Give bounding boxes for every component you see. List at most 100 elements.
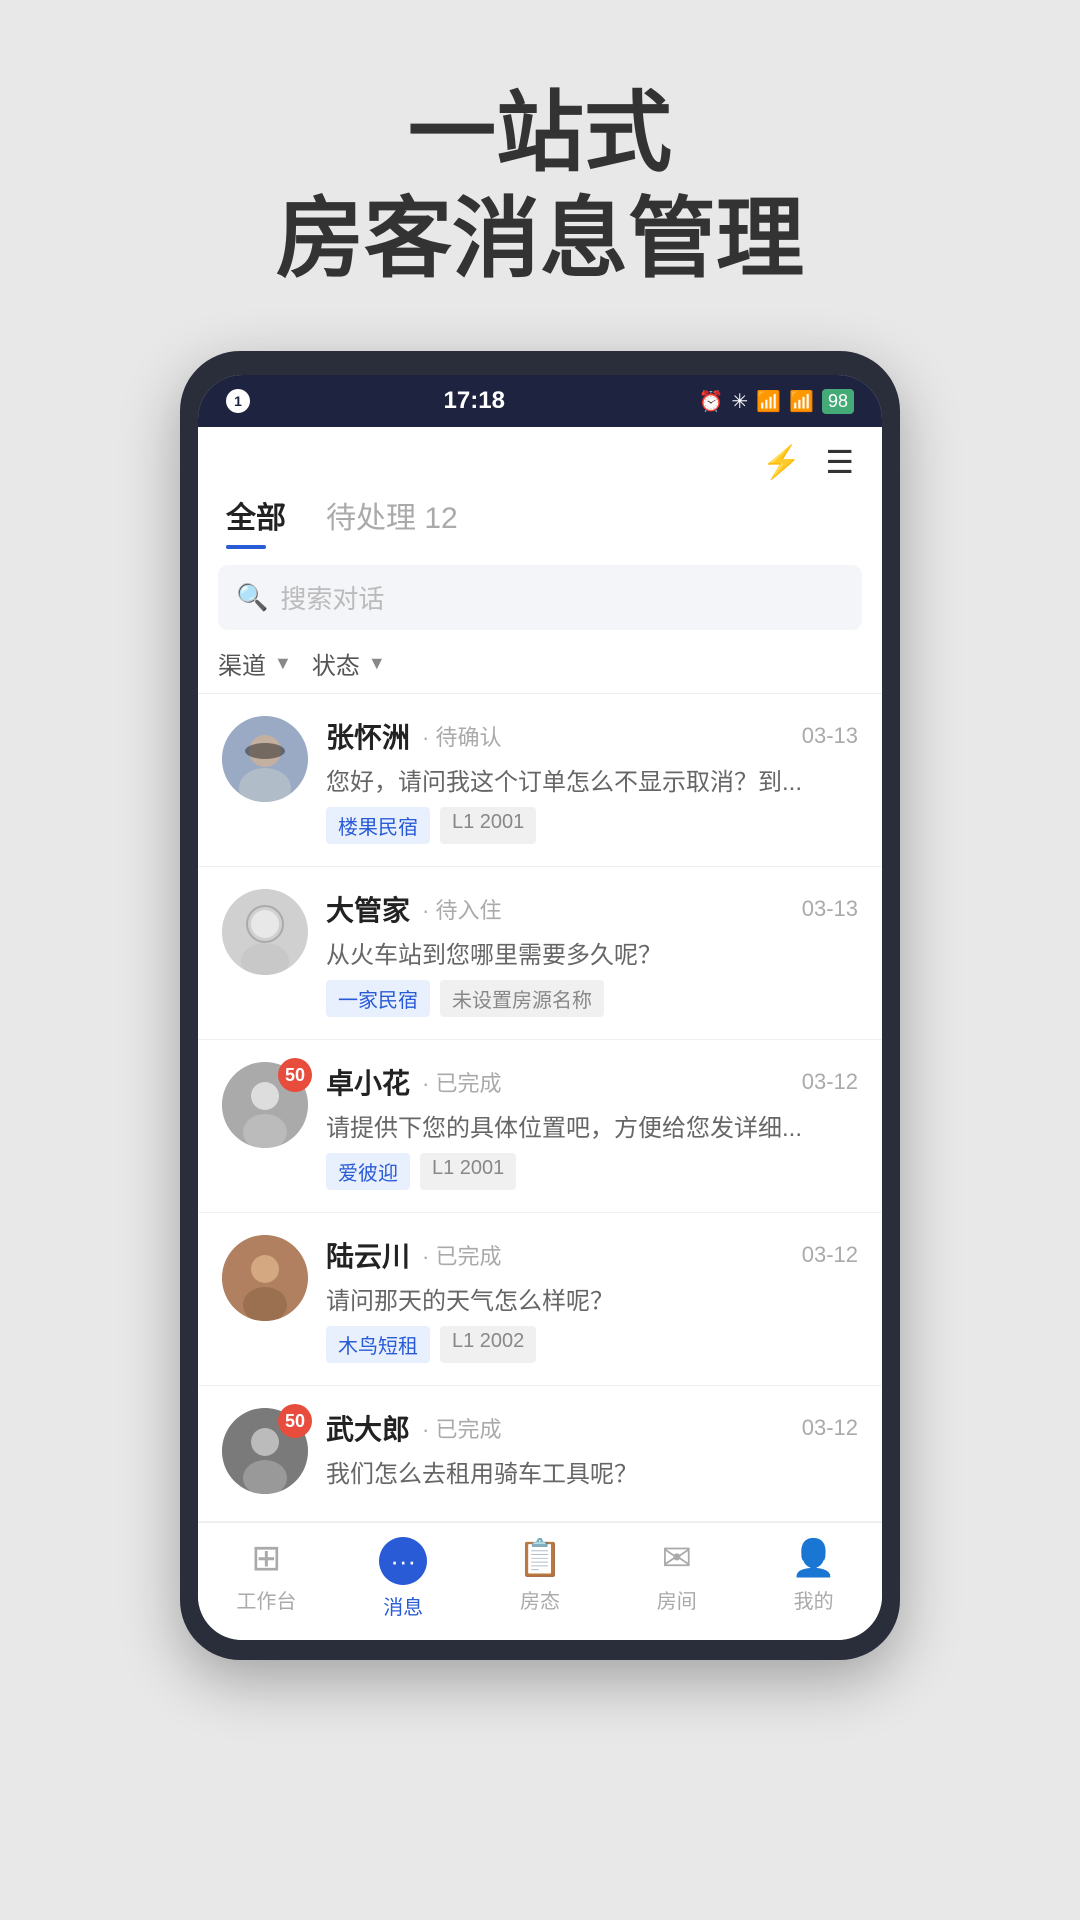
nav-profile[interactable]: 👤 我的	[764, 1537, 864, 1620]
tab-pending[interactable]: 待处理 12	[326, 493, 458, 549]
message-name-row: 张怀洲 · 待确认	[326, 716, 501, 756]
status-bar-left: 1	[226, 389, 250, 413]
search-icon: 🔍	[236, 582, 268, 613]
message-name: 卓小花	[326, 1062, 410, 1102]
message-top: 大管家 · 待入住 03-13	[326, 889, 858, 929]
message-status: · 待入住	[422, 893, 501, 925]
message-preview: 您好，请问我这个订单怎么不显示取消？到...	[326, 762, 858, 797]
message-content: 卓小花 · 已完成 03-12 请提供下您的具体位置吧，方便给您发详细... 爱…	[326, 1062, 858, 1190]
status-filter[interactable]: 状态 ▼	[312, 646, 386, 681]
message-name: 张怀洲	[326, 716, 410, 756]
nav-room-label: 房间	[657, 1585, 697, 1614]
avatar	[222, 716, 308, 802]
channel-filter-arrow: ▼	[274, 653, 292, 674]
message-tags: 木鸟短租 L1 2002	[326, 1326, 858, 1363]
filter-row: 渠道 ▼ 状态 ▼	[198, 646, 882, 693]
tab-all[interactable]: 全部	[226, 493, 286, 549]
message-name: 武大郎	[326, 1408, 410, 1448]
nav-schedule[interactable]: 📋 房态	[490, 1537, 590, 1620]
channel-filter[interactable]: 渠道 ▼	[218, 646, 292, 681]
message-name-row: 大管家 · 待入住	[326, 889, 501, 929]
message-top: 卓小花 · 已完成 03-12	[326, 1062, 858, 1102]
message-item[interactable]: 50 武大郎 · 已完成 03-12 我们怎么去租用骑车工具呢？	[198, 1386, 882, 1522]
nav-room[interactable]: ✉ 房间	[627, 1537, 727, 1620]
avatar	[222, 889, 308, 975]
wifi-icon: 📶	[756, 389, 781, 414]
message-preview: 请提供下您的具体位置吧，方便给您发详细...	[326, 1108, 858, 1143]
hero-line1: 一站式	[276, 80, 804, 186]
message-tabs: 全部 待处理 12	[226, 493, 854, 549]
message-time: 03-13	[802, 896, 858, 922]
message-name-row: 卓小花 · 已完成	[326, 1062, 501, 1102]
signal-icon: 📶	[789, 389, 814, 414]
schedule-icon: 📋	[518, 1537, 563, 1579]
hero-section: 一站式 房客消息管理	[276, 80, 804, 291]
status-bar: 1 17:18 ⏰ ✳ 📶 📶 98	[198, 375, 882, 427]
message-time: 03-12	[802, 1415, 858, 1441]
nav-workbench[interactable]: ⊞ 工作台	[216, 1537, 316, 1620]
avatar-wrap	[222, 889, 308, 975]
tag-platform: 木鸟短租	[326, 1326, 430, 1363]
avatar-wrap	[222, 716, 308, 802]
message-status: · 已完成	[422, 1239, 501, 1271]
message-item[interactable]: 大管家 · 待入住 03-13 从火车站到您哪里需要多久呢？ 一家民宿 未设置房…	[198, 867, 882, 1040]
channel-filter-label: 渠道	[218, 646, 266, 681]
header-icons: ⚡ ☰	[226, 443, 854, 481]
message-status: · 待确认	[422, 720, 501, 752]
message-item[interactable]: 50 卓小花 · 已完成 03-12 请提供下您的具体位置吧，方便给您发详细..…	[198, 1040, 882, 1213]
menu-icon[interactable]: ☰	[825, 443, 854, 481]
status-time: 17:18	[444, 387, 505, 415]
message-preview: 从火车站到您哪里需要多久呢？	[326, 935, 858, 970]
tag-platform: 一家民宿	[326, 980, 430, 1017]
notification-dot: 1	[226, 389, 250, 413]
phone-mockup: 1 17:18 ⏰ ✳ 📶 📶 98 ⚡ ☰ 全部 待处理 12	[180, 351, 900, 1660]
avatar	[222, 1235, 308, 1321]
message-top: 张怀洲 · 待确认 03-13	[326, 716, 858, 756]
avatar-wrap: 50	[222, 1062, 308, 1148]
message-item[interactable]: 陆云川 · 已完成 03-12 请问那天的天气怎么样呢？ 木鸟短租 L1 200…	[198, 1213, 882, 1386]
message-tags: 爱彼迎 L1 2001	[326, 1153, 858, 1190]
nav-workbench-label: 工作台	[236, 1585, 296, 1614]
profile-icon: 👤	[791, 1537, 836, 1579]
message-time: 03-13	[802, 723, 858, 749]
alarm-icon: ⏰	[698, 389, 723, 414]
search-placeholder: 搜索对话	[280, 579, 384, 616]
bluetooth-icon: ✳	[731, 389, 748, 414]
tag-room: 未设置房源名称	[440, 980, 604, 1017]
avatar-wrap	[222, 1235, 308, 1321]
status-filter-arrow: ▼	[368, 653, 386, 674]
hero-line2: 房客消息管理	[276, 186, 804, 292]
message-preview: 请问那天的天气怎么样呢？	[326, 1281, 858, 1316]
message-item[interactable]: 张怀洲 · 待确认 03-13 您好，请问我这个订单怎么不显示取消？到... 楼…	[198, 694, 882, 867]
message-time: 03-12	[802, 1069, 858, 1095]
nav-messages-label: 消息	[383, 1591, 423, 1620]
message-content: 张怀洲 · 待确认 03-13 您好，请问我这个订单怎么不显示取消？到... 楼…	[326, 716, 858, 844]
message-tags: 楼果民宿 L1 2001	[326, 807, 858, 844]
message-list: 张怀洲 · 待确认 03-13 您好，请问我这个订单怎么不显示取消？到... 楼…	[198, 694, 882, 1522]
tag-room: L1 2001	[420, 1153, 516, 1190]
app-header: ⚡ ☰ 全部 待处理 12	[198, 427, 882, 549]
tag-room: L1 2001	[440, 807, 536, 844]
search-bar[interactable]: 🔍 搜索对话	[218, 565, 862, 630]
messages-dot-icon: ···	[390, 1546, 416, 1577]
message-content: 武大郎 · 已完成 03-12 我们怎么去租用骑车工具呢？	[326, 1408, 858, 1499]
battery-level: 98	[822, 389, 854, 414]
room-icon: ✉	[662, 1537, 692, 1579]
unread-badge: 50	[278, 1404, 312, 1438]
lightning-icon[interactable]: ⚡	[761, 443, 801, 481]
unread-badge: 50	[278, 1058, 312, 1092]
message-tags: 一家民宿 未设置房源名称	[326, 980, 858, 1017]
avatar-wrap: 50	[222, 1408, 308, 1494]
message-preview: 我们怎么去租用骑车工具呢？	[326, 1454, 858, 1489]
message-time: 03-12	[802, 1242, 858, 1268]
message-top: 陆云川 · 已完成 03-12	[326, 1235, 858, 1275]
nav-messages[interactable]: ··· 消息	[353, 1537, 453, 1620]
message-name: 陆云川	[326, 1235, 410, 1275]
workbench-icon: ⊞	[251, 1537, 281, 1579]
tag-room: L1 2002	[440, 1326, 536, 1363]
nav-schedule-label: 房态	[520, 1585, 560, 1614]
nav-profile-label: 我的	[794, 1585, 834, 1614]
message-name: 大管家	[326, 889, 410, 929]
bottom-nav: ⊞ 工作台 ··· 消息 📋 房态 ✉ 房间 👤 我的	[198, 1522, 882, 1640]
message-name-row: 武大郎 · 已完成	[326, 1408, 501, 1448]
